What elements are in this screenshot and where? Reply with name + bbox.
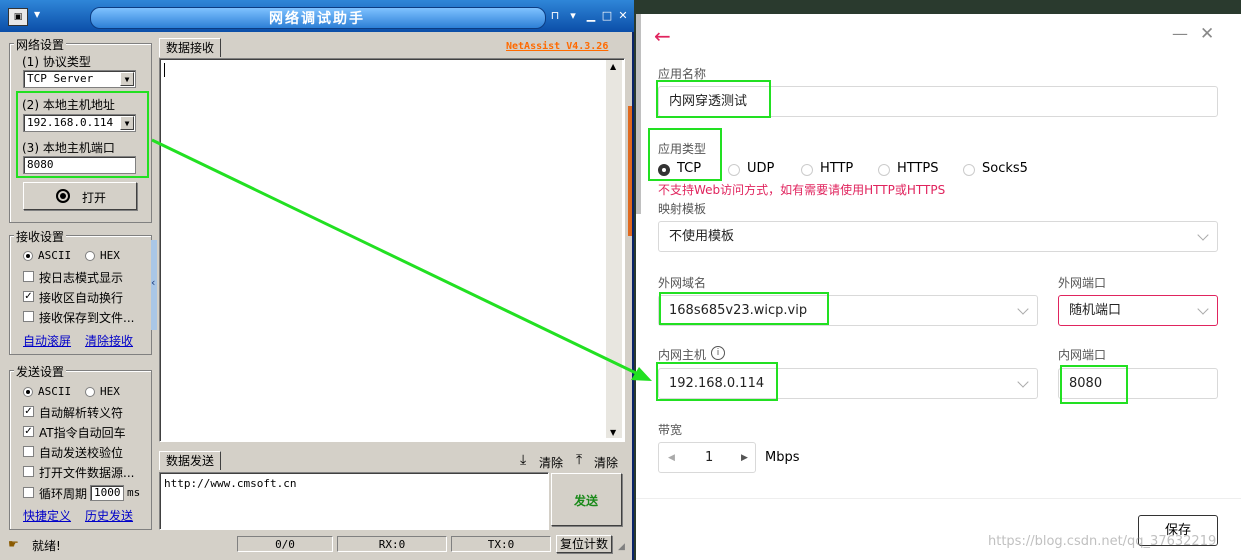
arrow-line — [151, 138, 641, 377]
arrow-head — [631, 367, 652, 381]
annotation-arrow — [151, 138, 652, 381]
